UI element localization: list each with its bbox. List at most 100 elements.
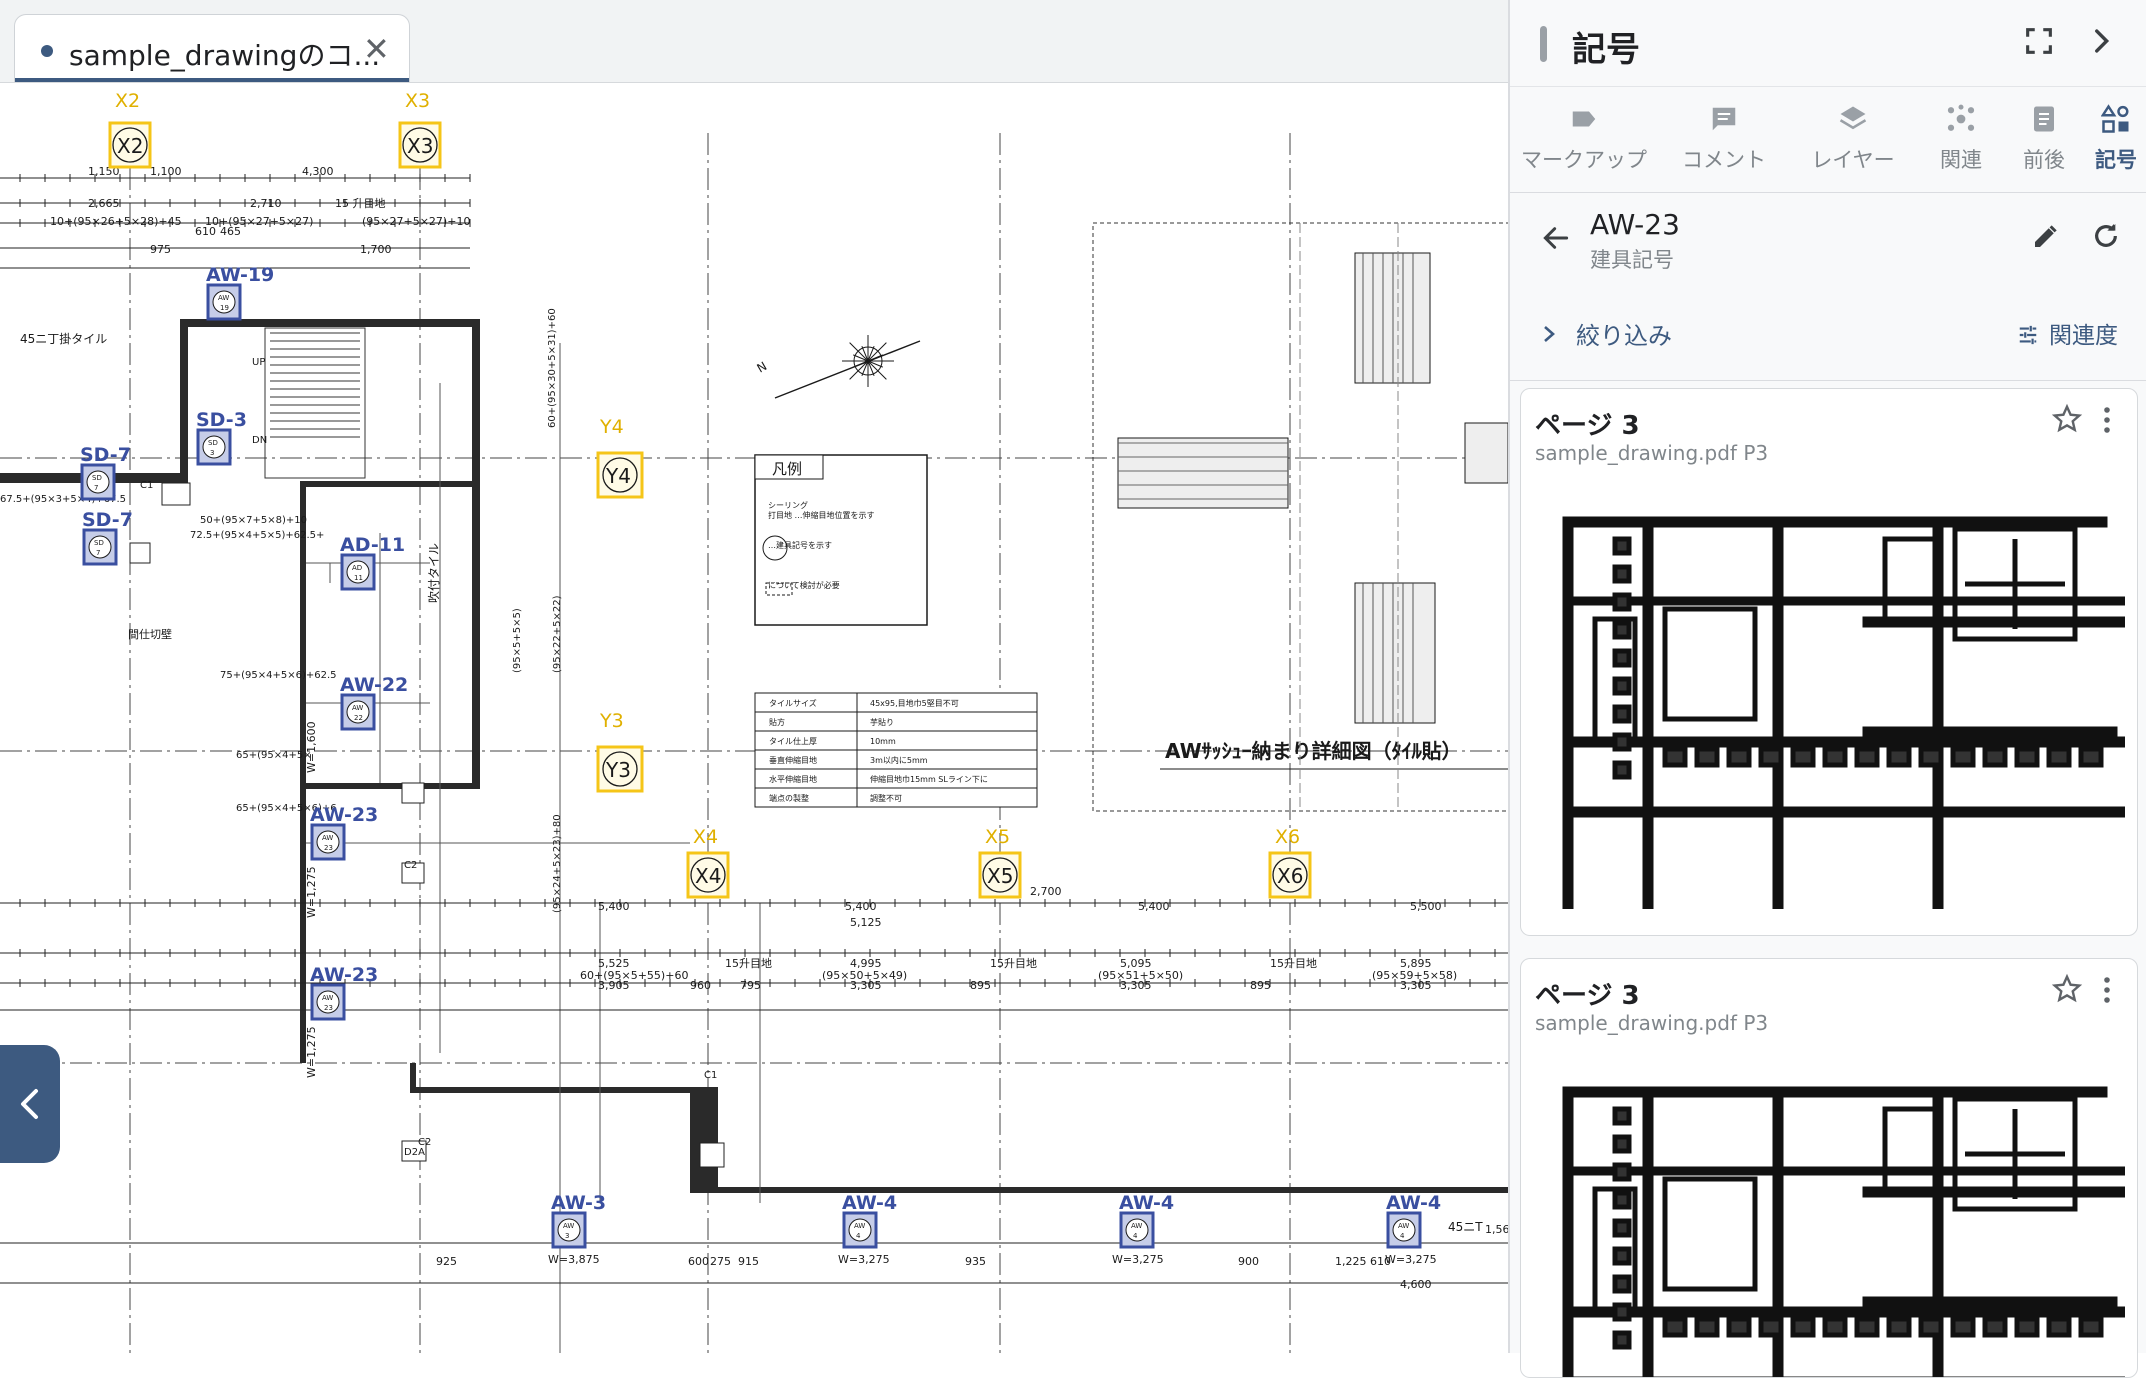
symbol-mark-ad-11[interactable]: AD-11 AD 11 — [340, 534, 405, 591]
collapse-sidebar-button[interactable] — [0, 1045, 60, 1163]
dimension-label: 1,565 — [1485, 1223, 1508, 1236]
result-card[interactable]: ページ 3 sample_drawing.pdf P3 — [1520, 958, 2138, 1378]
thumb-wall — [1772, 516, 1784, 909]
symbol-mark-label: SD-7 — [82, 509, 133, 531]
symbol-mark-aw-22[interactable]: AW-22 AW 22 — [340, 674, 408, 731]
dimension-label: 915 — [738, 1255, 759, 1268]
document-tab-bar: sample_drawingのコ... ✕ — [0, 0, 1508, 83]
symbol-mark-label: AW-23 — [310, 964, 378, 986]
result-card[interactable]: ページ 3 sample_drawing.pdf P3 — [1520, 388, 2138, 936]
wall — [690, 1087, 718, 1193]
edit-pencil-icon[interactable] — [2030, 222, 2060, 256]
grid-label-top: Y4 — [599, 416, 624, 438]
grid-bubble-text: Y4 — [605, 464, 631, 488]
drag-handle[interactable] — [1540, 26, 1547, 62]
symbol-mark-aw-23[interactable]: AW-23 AW 23 — [310, 804, 378, 861]
sort-relevance-button[interactable]: 関連度 — [2015, 316, 2118, 350]
thumb-mark — [1612, 1190, 1632, 1210]
thumb-mark — [1886, 746, 1912, 768]
document-tab[interactable]: sample_drawingのコ... ✕ — [14, 14, 410, 82]
tab-layers-label: レイヤー — [1811, 148, 1895, 172]
drawing-annotation: 50+(95×7+5×8)+10 — [200, 515, 307, 526]
column — [699, 1142, 725, 1168]
spec-value: 伸縮目地巾15mm SLライン下に — [870, 774, 988, 784]
back-arrow-icon[interactable] — [1540, 222, 1572, 258]
star-icon[interactable] — [2051, 403, 2083, 439]
thumb-mark — [1950, 1316, 1976, 1338]
thumb-mark — [1612, 1274, 1632, 1294]
legend-row: について検討が必要 — [768, 580, 840, 590]
symbol-mark-sd-7[interactable]: SD-7 SD 7 — [82, 509, 133, 566]
thumb-mark — [2014, 1316, 2040, 1338]
grid-bubble-text: X5 — [987, 864, 1013, 888]
dimension-label: 2,710 — [250, 197, 282, 210]
tab-adjacent[interactable]: 前後 — [2004, 88, 2084, 192]
drawing-annotation: 65+(95×4+5× — [236, 750, 312, 761]
floor-plan-drawing[interactable]: 1,150 1,100 4,3002,665 2,710 15 升目地10+(95×26… — [0, 83, 1508, 1353]
column — [161, 482, 191, 506]
thumb-mark — [1790, 746, 1816, 768]
thumb-mark — [1612, 1330, 1632, 1350]
symbol-mark-aw-23[interactable]: AW-23 AW 23 — [310, 964, 378, 1021]
result-subtitle: sample_drawing.pdf P3 — [1535, 441, 1769, 465]
tab-adjacent-label: 前後 — [2023, 148, 2065, 172]
symbol-mark-code: AW — [218, 294, 229, 302]
grid-bubble-x6: X6 X6 — [1268, 826, 1312, 899]
filter-toggle[interactable]: 絞り込み — [1540, 316, 1672, 351]
grid-bubble-text: X6 — [1277, 864, 1303, 888]
active-tab-indicator — [15, 78, 409, 82]
symbol-mark-code: SD — [92, 474, 102, 482]
drawing-viewer[interactable]: 1,150 1,100 4,300 2,665 2,710 15 升目地 10+(95×26… — [0, 83, 1508, 1353]
symbol-mark-code: AW — [352, 704, 363, 712]
result-subtitle: sample_drawing.pdf P3 — [1535, 1011, 1769, 1035]
symbol-mark-aw-3[interactable]: AW-3 AW 3 — [551, 1192, 606, 1249]
chevron-right-icon[interactable] — [2084, 24, 2118, 62]
thumb-wall — [1562, 806, 2125, 818]
column — [401, 782, 425, 804]
thumb-mark — [1612, 732, 1632, 752]
grid-label-top: X4 — [693, 826, 718, 848]
tab-related[interactable]: 関連 — [1916, 88, 2006, 192]
close-tab-icon[interactable]: ✕ — [363, 31, 390, 67]
star-icon[interactable] — [2051, 973, 2083, 1009]
tab-markup[interactable]: マークアップ — [1514, 88, 1654, 192]
stair-outline — [264, 327, 366, 479]
dimension-label: 3,905 — [598, 979, 630, 992]
chevron-right-icon — [1540, 322, 1558, 350]
symbol-mark-sd-7[interactable]: SD-7 SD 7 — [80, 444, 131, 501]
tab-layers[interactable]: レイヤー — [1794, 88, 1912, 192]
tab-symbols[interactable]: 記号 — [2084, 88, 2146, 192]
more-options-icon[interactable] — [2101, 405, 2113, 439]
refresh-icon[interactable] — [2090, 220, 2122, 256]
compass-ray — [867, 360, 887, 380]
panel-header: 記号 — [1510, 0, 2146, 87]
wall — [410, 1063, 690, 1093]
symbol-mark-number: 4 — [1133, 1232, 1138, 1240]
page-thumbnail — [1535, 479, 2125, 909]
grid-label-top: X6 — [1275, 826, 1300, 848]
drawing-annotation: (95×22+5×22) — [552, 595, 563, 673]
symbol-mark-number: 23 — [324, 844, 333, 852]
thumb-mark — [1612, 648, 1632, 668]
dimension-label: 1,100 — [150, 165, 182, 178]
dimension-label: 5,125 — [850, 916, 882, 929]
tab-comment[interactable]: コメント — [1660, 88, 1788, 192]
drawing-annotation: UP — [252, 357, 265, 368]
symbol-mark-aw-4[interactable]: AW-4 AW 4 — [1119, 1192, 1174, 1249]
grid-bubble-x5: X5 X5 — [978, 826, 1022, 899]
grid-bubble-text: Y3 — [605, 758, 631, 782]
fullscreen-icon[interactable] — [2022, 24, 2056, 62]
symbol-mark-sd-3[interactable]: SD-3 SD 3 — [196, 409, 247, 466]
symbol-mark-aw-19[interactable]: AW-19 AW 19 — [206, 264, 274, 321]
symbol-code: AW-23 — [1590, 208, 1680, 241]
spec-label: 水平伸縮目地 — [769, 774, 817, 784]
thumb-wall — [1562, 1306, 2125, 1318]
symbol-mark-number: 23 — [324, 1004, 333, 1012]
symbol-mark-aw-4[interactable]: AW-4 AW 4 — [842, 1192, 897, 1249]
symbol-mark-code: AW — [1398, 1222, 1409, 1230]
drawing-annotation: C2 — [404, 860, 417, 871]
symbol-mark-aw-4[interactable]: AW-4 AW 4 — [1386, 1192, 1441, 1249]
thumb-mark — [2014, 746, 2040, 768]
more-options-icon[interactable] — [2101, 975, 2113, 1009]
legend-box — [754, 454, 928, 626]
